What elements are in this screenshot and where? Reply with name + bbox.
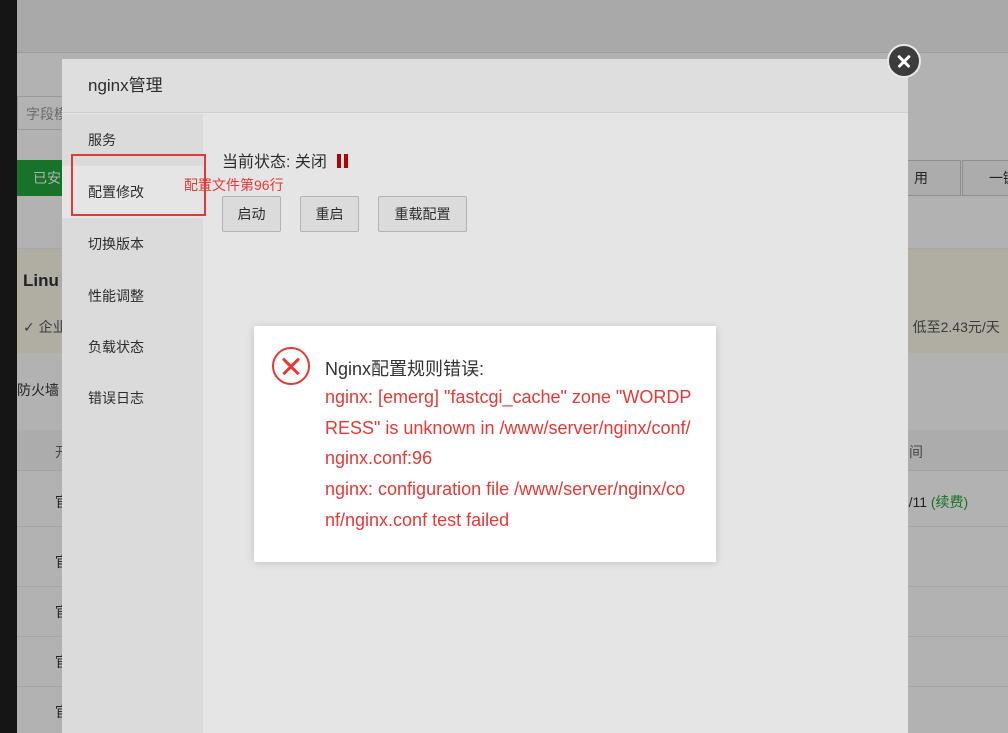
error-circle-x-icon [272,347,310,385]
error-line-2: nginx: configuration file /www/server/ng… [325,479,686,530]
annotation-text: 配置文件第96行 [184,177,284,193]
error-line-1: nginx: [emerg] "fastcgi_cache" zone "WOR… [325,387,692,469]
error-dialog: Nginx配置规则错误: nginx: [emerg] "fastcgi_cac… [254,326,716,562]
error-title: Nginx配置规则错误: [325,359,485,379]
error-message: nginx: [emerg] "fastcgi_cache" zone "WOR… [325,382,695,536]
close-icon[interactable] [887,44,921,78]
